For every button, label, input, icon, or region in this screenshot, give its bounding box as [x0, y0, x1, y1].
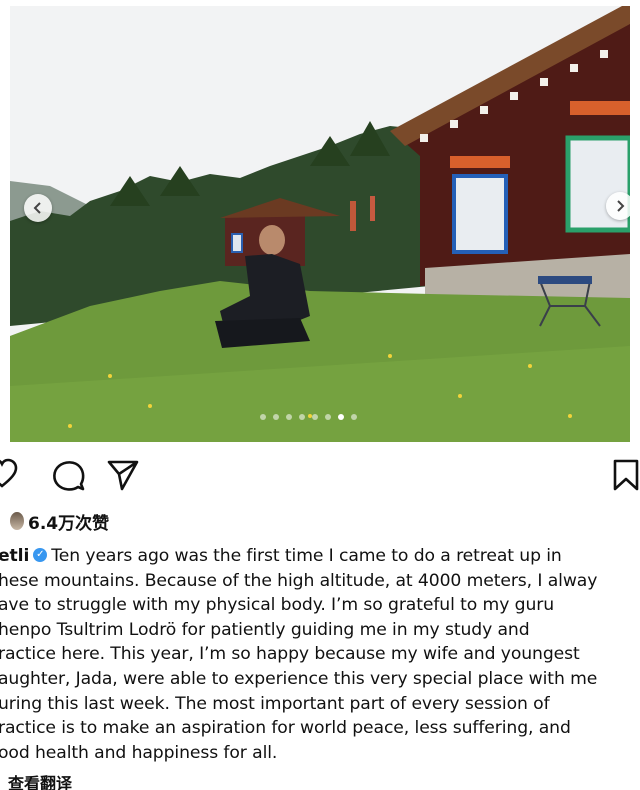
post-action-bar	[0, 458, 640, 494]
post-photo[interactable]	[10, 6, 630, 442]
caption-line: ractice here. This year, I’m so happy be…	[0, 644, 580, 665]
share-icon	[107, 460, 139, 491]
likes-text: 6.4万次赞	[28, 513, 110, 534]
carousel-dot	[273, 414, 279, 420]
caption-text: Ten years ago was the first time I came …	[51, 546, 562, 566]
post-caption: etli ✓ Ten years ago was the first time I …	[0, 544, 638, 765]
comment-icon	[53, 461, 85, 491]
caption-line: uring this last week. The most important…	[0, 693, 550, 714]
carousel-dot	[299, 414, 305, 420]
verified-badge-icon: ✓	[33, 548, 48, 562]
caption-line: hese mountains. Because of the high alti…	[0, 570, 598, 591]
like-button[interactable]	[0, 458, 18, 494]
carousel-indicator	[260, 414, 357, 420]
see-translation-link[interactable]: 查看翻译	[8, 770, 72, 790]
carousel-dot	[260, 414, 266, 420]
carousel-dot	[312, 414, 318, 420]
caption-line: ractice is to make an aspiration for wor…	[0, 718, 571, 739]
caption-line: ood health and happiness for all.	[0, 742, 278, 763]
caption-username[interactable]: etli	[0, 546, 29, 566]
share-button[interactable]	[106, 458, 140, 496]
save-button[interactable]	[612, 458, 640, 496]
chevron-right-icon	[617, 200, 625, 212]
caption-line: henpo Tsultrim Lodrö for patiently guidi…	[0, 619, 530, 640]
bookmark-icon	[613, 459, 639, 491]
comment-button[interactable]	[52, 458, 86, 496]
carousel-dot	[325, 414, 331, 420]
next-photo-button[interactable]	[606, 192, 630, 220]
retreat-photo-image	[10, 6, 630, 442]
likes-count[interactable]: 6.4万次赞	[10, 510, 110, 534]
carousel-dot	[351, 414, 357, 420]
carousel-dot	[286, 414, 292, 420]
caption-line: ave to struggle with my physical body. I…	[0, 595, 554, 616]
previous-photo-button[interactable]	[24, 194, 52, 222]
caption-line: etli ✓ Ten years ago was the first time I …	[0, 544, 638, 569]
avatar	[10, 512, 24, 530]
heart-icon	[0, 458, 18, 488]
caption-line: aughter, Jada, were able to experience t…	[0, 668, 598, 689]
carousel-dot-active	[338, 414, 344, 420]
chevron-left-icon	[33, 202, 41, 214]
